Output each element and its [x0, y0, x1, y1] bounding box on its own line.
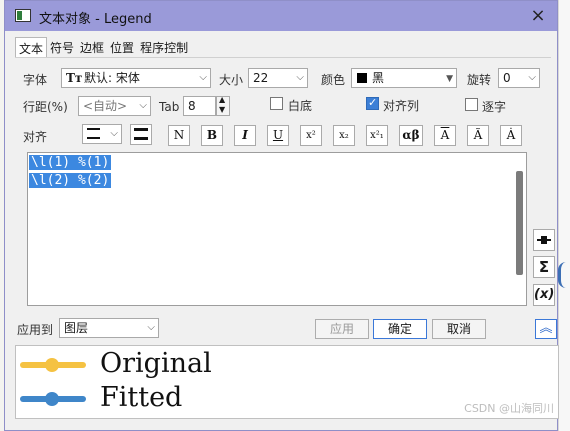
white-background-checkbox[interactable]: [270, 97, 283, 110]
cancel-button[interactable]: 取消: [432, 319, 486, 339]
subscript-button[interactable]: x₂: [333, 125, 355, 146]
apply-button[interactable]: 应用: [315, 319, 369, 339]
legend-marker-original: [45, 358, 59, 372]
overbar-button[interactable]: A: [434, 125, 456, 146]
chevron-down-icon: ⌵: [528, 72, 536, 83]
supsub-button[interactable]: x²₁: [366, 125, 388, 146]
color-select-value: 黑: [372, 71, 385, 85]
size-select[interactable]: 22 ⌵: [248, 68, 308, 88]
char-by-char-label: 逐字: [482, 100, 507, 114]
legend-marker-fitted: [45, 392, 59, 406]
editor-line-1: \l(1) %(1): [29, 155, 112, 170]
size-select-value: 22: [253, 71, 269, 85]
tab-strip: 文本 符号 边框 位置 程序控制: [15, 37, 191, 57]
truetype-font-icon: Tт: [66, 71, 83, 85]
title-bar[interactable]: 文本对象 - Legend ×: [5, 1, 557, 31]
text-object-dialog: 文本对象 - Legend × 文本 符号 边框 位置 程序控制 字体 Tт 默…: [4, 0, 559, 431]
align-left-icon: [87, 128, 100, 139]
background-window-edge-right: [558, 0, 570, 431]
close-icon[interactable]: ×: [527, 5, 549, 27]
char-by-char-checkbox[interactable]: [465, 98, 478, 111]
rotate-select-value: 0: [503, 71, 511, 85]
tab-position[interactable]: 位置: [107, 37, 137, 57]
color-swatch: [357, 73, 367, 83]
font-label: 字体: [23, 73, 48, 87]
tab-size-spinner[interactable]: ▲ ▼: [216, 95, 230, 116]
tab-symbol[interactable]: 符号: [47, 37, 77, 57]
editor-line-2: \l(2) %(2): [29, 173, 112, 188]
window-app-icon: [15, 9, 31, 22]
align-label: 对齐: [23, 130, 48, 144]
size-label: 大小: [219, 73, 244, 87]
chevron-down-icon: ⌵: [110, 128, 118, 139]
legend-symbol-icon: [537, 235, 551, 245]
spin-down-icon[interactable]: ▼: [219, 105, 225, 114]
line-align-icon: [134, 128, 148, 140]
tab-size-input[interactable]: 8: [183, 96, 216, 116]
rotate-select[interactable]: 0 ⌵: [498, 68, 540, 88]
legend-text-editor[interactable]: \l(1) %(1) \l(2) %(2): [27, 152, 527, 306]
apply-to-value: 图层: [64, 321, 89, 335]
align-select[interactable]: ⌵: [82, 124, 122, 144]
tilde-button[interactable]: Ã: [467, 125, 489, 146]
background-chart-fragment: [558, 262, 570, 288]
line-spacing-label: 行距(%): [23, 100, 68, 114]
white-background-label: 白底: [288, 99, 313, 113]
dropdown-triangle-icon: ▼: [446, 74, 453, 84]
ok-button[interactable]: 确定: [373, 319, 427, 339]
tab-size-label: Tab: [159, 100, 180, 114]
bold-button[interactable]: B: [201, 125, 223, 146]
dot-accent-button[interactable]: Ȧ: [500, 125, 522, 146]
legend-entry-fitted: Fitted: [16, 382, 316, 416]
collapse-icon[interactable]: ︽: [535, 319, 557, 339]
align-columns-label: 对齐列: [383, 99, 420, 113]
normal-font-button[interactable]: N: [168, 125, 190, 146]
chevron-down-icon: ⌵: [139, 100, 147, 111]
chevron-down-icon: ⌵: [296, 72, 304, 83]
spin-up-icon[interactable]: ▲: [219, 95, 225, 104]
tab-programming[interactable]: 程序控制: [137, 37, 191, 57]
apply-to-label: 应用到: [17, 323, 54, 337]
tab-size-value: 8: [188, 99, 196, 113]
legend-entry-original: Original: [16, 348, 316, 382]
variable-icon[interactable]: (x): [533, 284, 555, 306]
legend-preview: Original Fitted CSDN @山海同川: [15, 345, 559, 419]
align-columns-checkbox[interactable]: [366, 96, 379, 110]
underline-button[interactable]: U: [267, 125, 289, 146]
legend-label-original: Original: [100, 348, 212, 379]
superscript-button[interactable]: x²: [300, 125, 322, 146]
line-spacing-value: <自动>: [83, 99, 128, 113]
tab-border[interactable]: 边框: [77, 37, 107, 57]
color-label: 颜色: [321, 73, 346, 87]
font-select[interactable]: Tт 默认: 宋体 ⌵: [61, 68, 211, 88]
watermark: CSDN @山海同川: [464, 402, 554, 415]
apply-to-select[interactable]: 图层 ⌵: [59, 318, 159, 338]
chevron-down-icon: ⌵: [199, 72, 207, 83]
italic-button[interactable]: I: [234, 125, 256, 146]
font-select-value: 默认: 宋体: [84, 71, 140, 85]
editor-scrollbar[interactable]: [516, 171, 523, 275]
line-align-button[interactable]: [130, 124, 152, 145]
legend-label-fitted: Fitted: [100, 382, 183, 413]
color-select[interactable]: 黑 ▼: [351, 68, 457, 88]
greek-button[interactable]: αβ: [399, 125, 423, 146]
legend-symbol-button[interactable]: [533, 229, 555, 251]
line-spacing-select[interactable]: <自动> ⌵: [78, 96, 151, 116]
chevron-down-icon: ⌵: [147, 322, 155, 333]
rotate-label: 旋转: [467, 73, 492, 87]
tab-text[interactable]: 文本: [15, 37, 48, 57]
sigma-icon[interactable]: Σ: [533, 256, 555, 278]
window-title: 文本对象 - Legend: [39, 12, 152, 27]
